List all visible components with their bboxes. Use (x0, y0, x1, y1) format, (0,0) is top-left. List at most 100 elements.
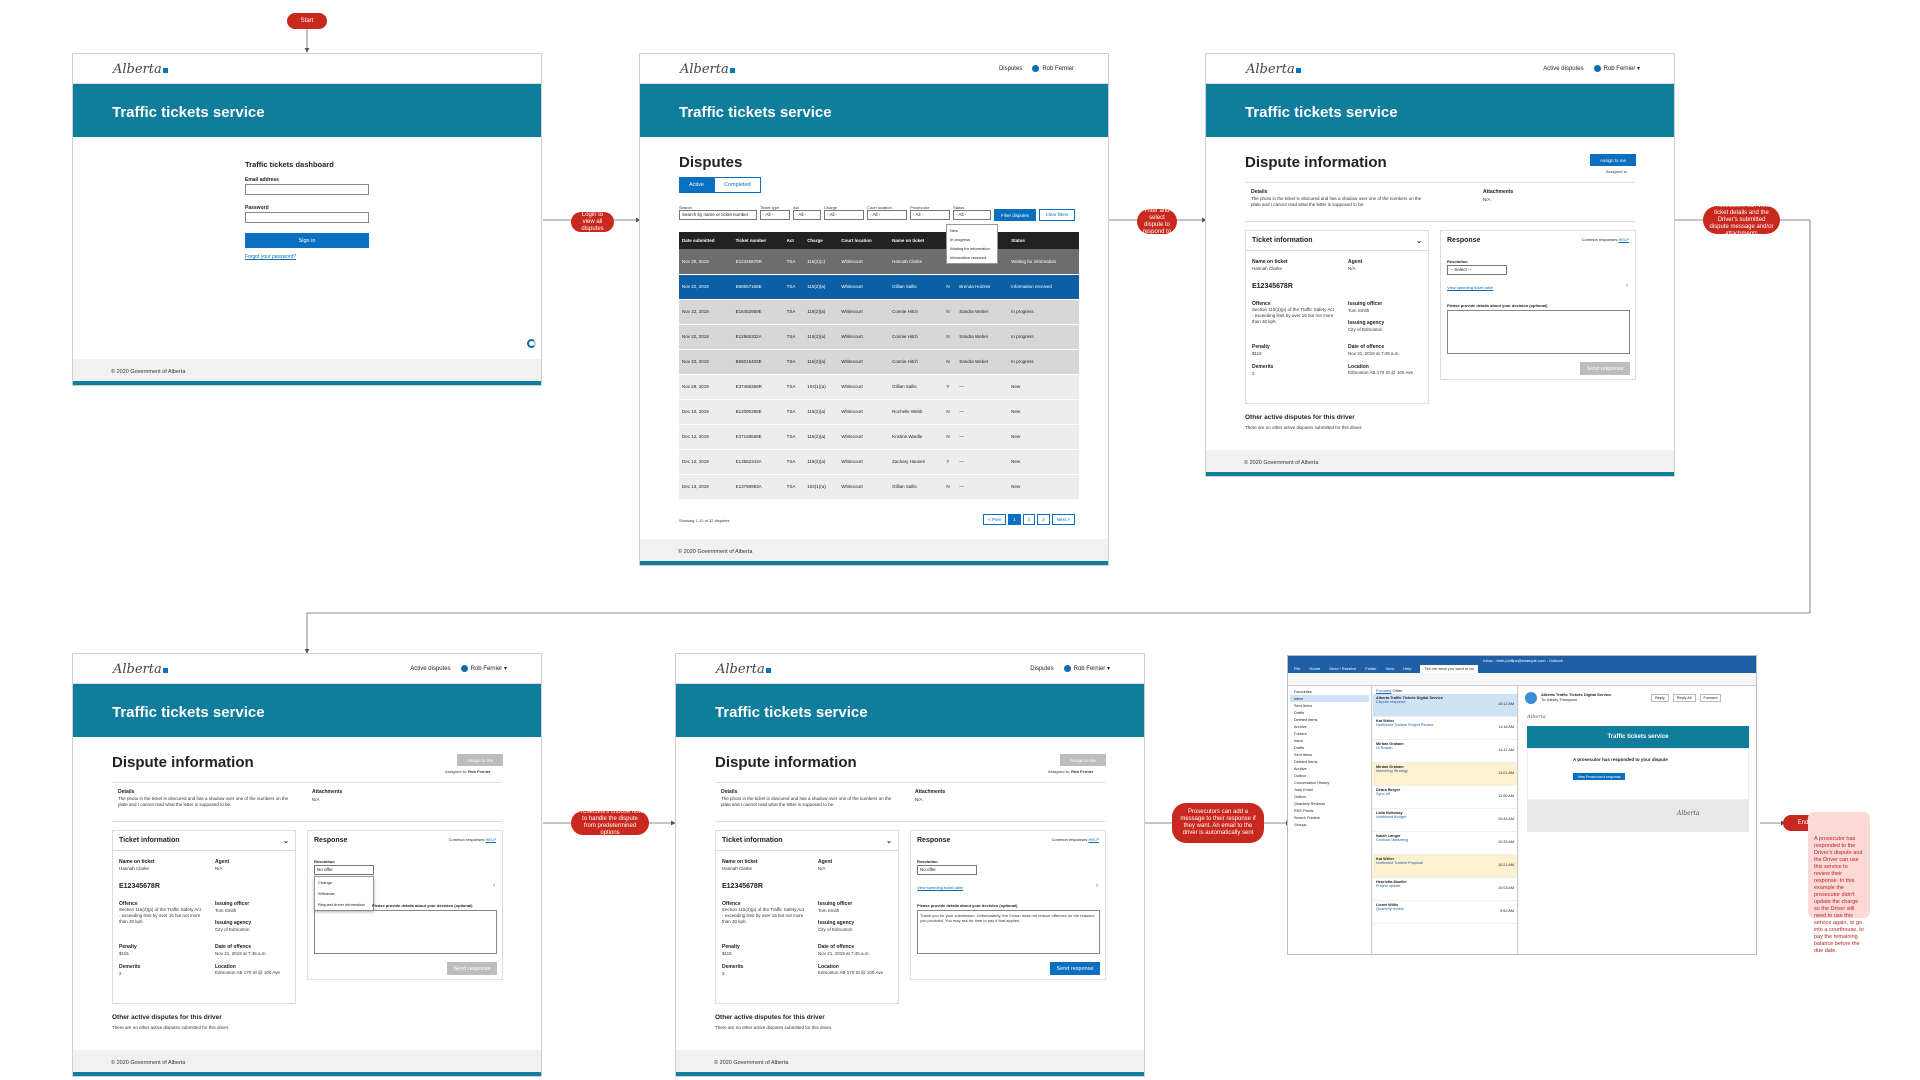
view-table-link[interactable]: View speeding ticket table (1447, 285, 1493, 290)
page-1[interactable]: 1 (1008, 514, 1021, 525)
folder-item[interactable]: Deleted Items (1290, 758, 1369, 765)
forgot-password-link[interactable]: Forgot your password? (245, 254, 296, 260)
user-menu[interactable]: Rob Fernier ▾ (460, 665, 507, 672)
page-3[interactable]: 3 (1037, 514, 1050, 525)
search-input[interactable]: Search by name or ticket number (679, 210, 757, 220)
email-field[interactable] (245, 184, 369, 195)
common-responses-link[interactable]: HELP (1619, 237, 1629, 242)
menu-view[interactable]: View (1386, 665, 1395, 673)
clear-filters-button[interactable]: Clear filters (1039, 209, 1075, 221)
folder-item[interactable]: Sent Items (1290, 751, 1369, 758)
list-item[interactable]: Kat Writer Northwind Traders Proposal 10:2… (1373, 855, 1517, 878)
tab-active[interactable]: Active (679, 177, 714, 193)
folder-item[interactable]: Conversation History (1290, 779, 1369, 786)
list-item[interactable]: Alberta Traffic Tickets Digital Service D… (1373, 694, 1517, 717)
prosecutor-select[interactable]: - All - (910, 210, 950, 220)
status-option-waiting[interactable]: Waiting for information (948, 244, 996, 253)
status-select[interactable]: - All - (953, 210, 991, 220)
chevron-down-icon[interactable]: ⌄ (283, 837, 289, 845)
list-item[interactable]: Lidia Holloway Northwind Budget 10:43 AM (1373, 809, 1517, 832)
folder-item[interactable]: Inbox (1290, 695, 1369, 702)
page-2[interactable]: 2 (1022, 514, 1036, 525)
table-row[interactable]: Dec 13, 2019 E13790963A TSA 104(1)(a) Whitec… (679, 474, 1079, 500)
resolution-select[interactable]: No offer (314, 865, 374, 875)
folder-item[interactable]: Groups (1290, 821, 1369, 828)
list-item[interactable]: Kat Writer Northwind Traders Project Revi… (1373, 717, 1517, 740)
folder-item[interactable]: Quarterly Reviews (1290, 800, 1369, 807)
table-row[interactable]: Dec 10, 2019 B12095398E TSA 115(2)(a) Whitec… (679, 399, 1079, 425)
folder-item[interactable]: Outbox (1290, 793, 1369, 800)
tab-focused[interactable]: Focused (1376, 688, 1391, 693)
folder-item[interactable]: Drafts (1290, 709, 1369, 716)
message-textarea[interactable] (314, 910, 497, 954)
assign-button[interactable]: Assign to me (1060, 754, 1106, 766)
folder-item[interactable]: Folders (1290, 730, 1369, 737)
folder-item[interactable]: Sent Items (1290, 702, 1369, 709)
act-select[interactable]: - All - (793, 210, 821, 220)
menu-help[interactable]: Help (1403, 665, 1411, 673)
nav-disputes[interactable]: Disputes (999, 66, 1022, 72)
prev-page[interactable]: < Prev (983, 514, 1007, 525)
send-response-button[interactable]: Send response (1050, 962, 1100, 975)
option-withdraw[interactable]: Withdraw (315, 888, 373, 899)
resolution-select[interactable]: No offer (917, 865, 977, 875)
folder-item[interactable]: Archive (1290, 723, 1369, 730)
table-row[interactable]: Dec 12, 2019 E13562343A TSA 115(2)(a) Whitec… (679, 449, 1079, 475)
status-option-in-progress[interactable]: In progress (948, 235, 996, 244)
col-status[interactable]: Status (1008, 232, 1079, 249)
menu-folder[interactable]: Folder (1365, 665, 1376, 673)
view-table-link[interactable]: View speeding ticket table (917, 885, 963, 890)
ticket-type-select[interactable]: - All - (760, 210, 790, 220)
menu-file[interactable]: File (1294, 665, 1300, 673)
folder-item[interactable]: Search Folders (1290, 814, 1369, 821)
filter-disputes-button[interactable]: Filter disputes (994, 209, 1036, 221)
col-name[interactable]: Name on ticket (889, 232, 944, 249)
folder-item[interactable]: Deleted Items (1290, 716, 1369, 723)
list-item[interactable]: Lionel Willis Quarterly review 9:52 AM (1373, 901, 1517, 924)
folder-item[interactable]: Drafts (1290, 744, 1369, 751)
col-court[interactable]: Court location (838, 232, 890, 249)
resolution-select[interactable]: -- Select -- (1447, 265, 1507, 275)
table-row[interactable]: Nov 22, 2019 E12565332A TSA 115(2)(a) Whitec… (679, 324, 1079, 350)
menu-home[interactable]: Home (1309, 665, 1320, 673)
col-act[interactable]: Act (783, 232, 805, 249)
folder-item[interactable]: Junk Email (1290, 786, 1369, 793)
assign-button[interactable]: Assign to me (457, 754, 503, 766)
folder-item[interactable]: RSS Feeds (1290, 807, 1369, 814)
user-menu[interactable]: Rob Fernier ▾ (1593, 65, 1640, 72)
col-date[interactable]: Date submitted (679, 232, 733, 249)
send-response-button[interactable]: Send response (1580, 362, 1630, 375)
menu-send-receive[interactable]: Send / Receive (1329, 665, 1356, 673)
court-select[interactable]: - All - (867, 210, 907, 220)
send-response-button[interactable]: Send response (447, 962, 497, 975)
charge-select[interactable]: - All - (824, 210, 864, 220)
folder-item[interactable]: Inbox (1290, 737, 1369, 744)
status-option-new[interactable]: New (948, 226, 996, 235)
option-change[interactable]: Change (315, 877, 373, 888)
email-cta-button[interactable]: View Prosecutor's response (1573, 773, 1625, 780)
user-menu[interactable]: Rob Fernier ▾ (1063, 665, 1110, 672)
forward-button[interactable]: Forward (1699, 694, 1722, 702)
list-item[interactable]: Debra Berger Sync-off 11:00 AM (1373, 786, 1517, 809)
nav-disputes[interactable]: Disputes (1030, 666, 1053, 672)
table-row[interactable]: Nov 22, 2019 B90657165E TSA 115(2)(a) Whitec… (679, 274, 1079, 300)
assign-button[interactable]: Assign to me (1590, 154, 1636, 166)
table-row[interactable]: Nov 20, 2019 E12345678R TSA 115(2)(c) Whitec… (679, 249, 1079, 275)
table-row[interactable]: Nov 22, 2019 E16452959E TSA 115(2)(a) Whitec… (679, 299, 1079, 325)
chevron-down-icon[interactable]: ⌄ (886, 837, 892, 845)
reply-all-button[interactable]: Reply All (1672, 694, 1696, 702)
common-responses-link[interactable]: HELP (486, 837, 496, 842)
list-item[interactable]: Miriam Graham Marketing Strategy 11:01 AM (1373, 763, 1517, 786)
list-item[interactable]: Miriam Graham Hi Rowan 11:11 AM (1373, 740, 1517, 763)
chevron-down-icon[interactable]: ⌄ (1416, 237, 1422, 245)
sign-in-button[interactable]: Sign in (245, 233, 369, 248)
message-textarea[interactable] (1447, 310, 1630, 354)
user-menu[interactable]: Rob Fernier (1032, 65, 1074, 72)
tell-me-search[interactable]: Tell me what you want to do (1420, 665, 1478, 673)
folder-item[interactable]: Outbox (1290, 772, 1369, 779)
list-item[interactable]: Isaiah Langer Contoso Marketing 10:33 AM (1373, 832, 1517, 855)
table-row[interactable]: Dec 12, 2019 E37168568E TSA 115(2)(a) Whitec… (679, 424, 1079, 450)
message-textarea[interactable]: Thank you for your submission. Unfortuna… (917, 910, 1100, 954)
list-item[interactable]: Henrietta Mueller Project update 10:03 AM (1373, 878, 1517, 901)
table-row[interactable]: Nov 22, 2019 B56015403E TSA 115(2)(a) Whitec… (679, 349, 1079, 375)
